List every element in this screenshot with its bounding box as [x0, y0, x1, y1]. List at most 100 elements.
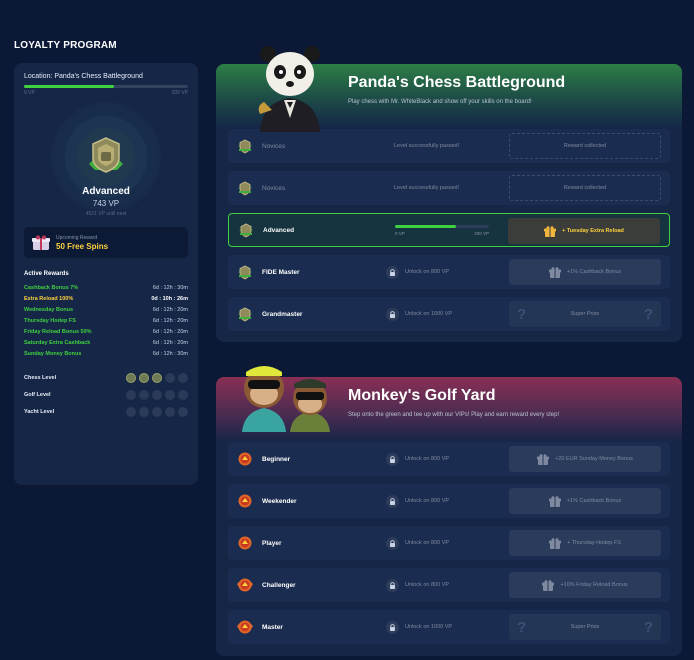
active-reward-name: Cashback Bonus 7%	[24, 284, 79, 291]
active-reward-timer: 6d : 12h : 20m	[152, 317, 188, 324]
level-dot	[165, 406, 175, 417]
active-reward-name: Thursday Hodep FS	[24, 317, 76, 324]
level-row-unlock-text: Unlock on 1000 VP	[405, 311, 453, 317]
panda-level-rows: Novices Level successfully passed! Reward …	[216, 129, 682, 331]
active-reward-row: Extra Reload 100% 0d : 10h : 26m	[24, 293, 188, 304]
level-row-unlock-text: Unlock on 1000 VP	[405, 624, 453, 630]
level-dot	[139, 406, 149, 417]
level-reward-button[interactable]: +1% Cashback Bonus	[509, 488, 661, 514]
lock-icon	[386, 265, 399, 279]
super-prize-button[interactable]: ?? Super Prize	[509, 301, 661, 327]
gift-icon	[542, 579, 555, 591]
active-reward-name: Saturday Extra Cashback	[24, 339, 91, 346]
upcoming-reward-title: Upcoming Reward	[56, 234, 98, 241]
gift-icon	[544, 225, 557, 237]
level-row: Master Unlock on 1000 VP?? Super Prize	[228, 610, 670, 644]
level-row-unlock: Unlock on 800 VP	[386, 536, 450, 550]
level-dot	[126, 406, 136, 417]
level-reward-button[interactable]: + Tuesday Extra Reload	[508, 218, 660, 244]
lock-icon	[386, 494, 399, 508]
chess-level-badge-icon	[237, 221, 255, 239]
active-reward-row: Saturday Extra Cashback 6d : 12h : 20m	[24, 337, 188, 348]
level-row: Challenger Unlock on 800 VP +10% Friday Re…	[228, 568, 670, 602]
panda-mascot-icon	[258, 46, 320, 132]
level-reward-button[interactable]: + Thursday Hodep FS	[509, 530, 661, 556]
level-row-name: Novices	[262, 184, 286, 192]
location-level-row: Golf Level	[24, 386, 188, 403]
active-reward-row: Sunday Money Bonus 6d : 12h : 30m	[24, 348, 188, 359]
advanced-medal-icon	[89, 137, 123, 173]
gift-icon	[548, 495, 561, 507]
level-name: Advanced	[82, 186, 130, 197]
chess-level-badge-icon	[236, 305, 254, 323]
level-dot	[126, 389, 136, 400]
lock-icon	[386, 307, 399, 321]
level-dot	[152, 389, 162, 400]
level-reward-label: Reward collected	[563, 143, 607, 149]
active-reward-timer: 6d : 12h : 20m	[152, 306, 188, 313]
level-reward-label: Super Prize	[570, 624, 600, 630]
reward-collected-button[interactable]: Reward collected	[509, 175, 661, 201]
active-reward-row: Cashback Bonus 7% 6d : 12h : 30m	[24, 282, 188, 293]
golf-level-badge-icon	[236, 450, 254, 468]
active-reward-row: Thursday Hodep FS 6d : 12h : 20m	[24, 315, 188, 326]
level-row-name: Beginner	[262, 455, 291, 463]
level-dot	[165, 372, 175, 383]
level-row-name: Novices	[262, 142, 286, 150]
level-reward-label: +1% Cashback Bonus	[566, 498, 622, 504]
level-dot	[152, 372, 162, 383]
golf-level-badge-icon	[236, 618, 254, 636]
level-dot	[178, 372, 188, 383]
level-row: Weekender Unlock on 800 VP +1% Cashback Bo…	[228, 484, 670, 518]
level-progress-fill	[395, 224, 457, 228]
level-progress-dots	[126, 389, 188, 400]
active-reward-timer: 6d : 12h : 30m	[152, 350, 188, 357]
level-row-name: Grandmaster	[262, 310, 303, 318]
level-reward-button[interactable]: +1% Cashback Bonus	[509, 259, 661, 285]
level-row: Beginner Unlock on 800 VP +20 EUR Sunday M…	[228, 442, 670, 476]
level-row: Novices Level successfully passed! Reward …	[228, 171, 670, 205]
level-row-unlock-text: Unlock on 800 VP	[405, 540, 450, 546]
golf-level-badge-icon	[236, 492, 254, 510]
question-mark-icon: ?	[643, 618, 653, 636]
level-reward-label: Reward collected	[563, 185, 607, 191]
super-prize-button[interactable]: ?? Super Prize	[509, 614, 661, 640]
level-row-name: Advanced	[263, 226, 295, 234]
active-reward-name: Wednesday Bonus	[24, 306, 74, 313]
reward-collected-button[interactable]: Reward collected	[509, 133, 661, 159]
level-row-unlock-text: Unlock on 800 VP	[405, 582, 450, 588]
location-level-name: Chess Level	[24, 374, 57, 381]
lock-icon	[386, 452, 399, 466]
level-reward-label: + Thursday Hodep FS	[567, 540, 621, 546]
level-reward-label: Super Prize	[570, 311, 600, 317]
active-reward-timer: 6d : 12h : 30m	[152, 284, 188, 291]
level-progress-dots	[126, 372, 188, 383]
location-progress-max: 200 VP	[171, 90, 188, 96]
level-row-progress: 0 VP 200 VP	[395, 224, 489, 236]
level-row: FIDE Master Unlock on 800 VP +1% Cashback …	[228, 255, 670, 289]
location-progress-min: 0 VP	[24, 90, 35, 96]
active-reward-timer: 6d : 12h : 20m	[152, 328, 188, 335]
gift-icon	[548, 266, 561, 278]
level-row-name: Player	[262, 539, 282, 547]
level-row-name: Weekender	[262, 497, 297, 505]
level-row-status: Level successfully passed!	[394, 143, 460, 149]
level-reward-button[interactable]: +10% Friday Reload Bonus	[509, 572, 661, 598]
location-label: Location: Panda's Chess Battleground	[24, 73, 143, 80]
level-dot	[165, 389, 175, 400]
question-mark-icon: ?	[517, 305, 527, 323]
panda-card-title: Panda's Chess Battleground	[348, 74, 566, 91]
location-levels-list: Chess Level Golf Level Yacht Level	[24, 369, 188, 420]
level-reward-button[interactable]: +20 EUR Sunday Money Bonus	[509, 446, 661, 472]
level-row-name: Master	[262, 623, 283, 631]
gift-icon	[537, 453, 550, 465]
page-title: LOYALTY PROGRAM	[14, 40, 117, 51]
monkey-card-title: Monkey's Golf Yard	[348, 387, 496, 404]
lock-icon	[386, 620, 399, 634]
level-progress-bar	[395, 224, 489, 228]
level-reward-label: +1% Cashback Bonus	[566, 269, 622, 275]
panda-card-description: Play chess with Mr. WhiteBlack and show …	[348, 99, 532, 105]
level-progress-min: 0 VP	[395, 230, 405, 236]
loyalty-sidebar: Location: Panda's Chess Battleground 0 V…	[14, 63, 198, 485]
level-dot	[139, 372, 149, 383]
